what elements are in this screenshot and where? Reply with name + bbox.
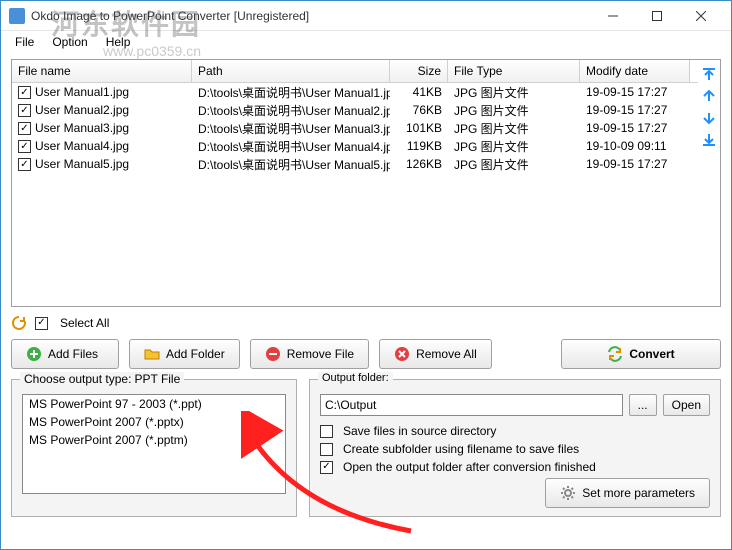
col-path[interactable]: Path	[192, 60, 390, 82]
output-type-listbox[interactable]: MS PowerPoint 97 - 2003 (*.ppt) MS Power…	[22, 394, 286, 494]
remove-all-icon	[394, 346, 410, 362]
close-button[interactable]	[679, 2, 723, 30]
plus-icon	[26, 346, 42, 362]
move-top-icon[interactable]	[701, 66, 717, 82]
open-after-checkbox[interactable]	[320, 461, 333, 474]
action-button-row: Add Files Add Folder Remove File Remove …	[11, 339, 721, 369]
col-filename[interactable]: File name	[12, 60, 192, 82]
minus-icon	[265, 346, 281, 362]
menu-option[interactable]: Option	[44, 33, 95, 51]
table-header: File name Path Size File Type Modify dat…	[12, 60, 698, 83]
output-path-input[interactable]	[320, 394, 623, 416]
move-bottom-icon[interactable]	[701, 132, 717, 148]
title-bar: Okdo Image to PowerPoint Converter [Unre…	[1, 1, 731, 31]
add-folder-button[interactable]: Add Folder	[129, 339, 240, 369]
subfolder-label: Create subfolder using filename to save …	[343, 442, 579, 456]
table-row[interactable]: User Manual4.jpgD:\tools\桌面说明书\User Manu…	[12, 137, 698, 155]
minimize-button[interactable]	[591, 2, 635, 30]
move-up-icon[interactable]	[701, 88, 717, 104]
save-source-label: Save files in source directory	[343, 424, 496, 438]
col-size[interactable]: Size	[390, 60, 448, 82]
output-type-panel: Choose output type: PPT File MS PowerPoi…	[11, 379, 297, 517]
col-filetype[interactable]: File Type	[448, 60, 580, 82]
convert-icon	[607, 346, 623, 362]
menu-file[interactable]: File	[7, 33, 42, 51]
app-icon	[9, 8, 25, 24]
folder-icon	[144, 346, 160, 362]
select-all-checkbox[interactable]	[35, 317, 48, 330]
refresh-icon[interactable]	[11, 315, 27, 331]
lower-panels: Choose output type: PPT File MS PowerPoi…	[11, 379, 721, 517]
remove-file-button[interactable]: Remove File	[250, 339, 369, 369]
remove-all-button[interactable]: Remove All	[379, 339, 492, 369]
row-checkbox[interactable]	[18, 158, 31, 171]
reorder-arrows	[698, 60, 720, 306]
window-title: Okdo Image to PowerPoint Converter [Unre…	[31, 9, 591, 23]
browse-button[interactable]: ...	[629, 394, 657, 416]
row-checkbox[interactable]	[18, 122, 31, 135]
table-row[interactable]: User Manual2.jpgD:\tools\桌面说明书\User Manu…	[12, 101, 698, 119]
gear-icon	[560, 485, 576, 501]
convert-button[interactable]: Convert	[561, 339, 721, 369]
list-item[interactable]: MS PowerPoint 97 - 2003 (*.ppt)	[23, 395, 285, 413]
list-item[interactable]: MS PowerPoint 2007 (*.pptx)	[23, 413, 285, 431]
open-after-label: Open the output folder after conversion …	[343, 460, 596, 474]
select-all-row: Select All	[11, 315, 721, 331]
move-down-icon[interactable]	[701, 110, 717, 126]
table-row[interactable]: User Manual3.jpgD:\tools\桌面说明书\User Manu…	[12, 119, 698, 137]
table-row[interactable]: User Manual5.jpgD:\tools\桌面说明书\User Manu…	[12, 155, 698, 173]
row-checkbox[interactable]	[18, 104, 31, 117]
file-table-container: File name Path Size File Type Modify dat…	[11, 59, 721, 307]
subfolder-checkbox[interactable]	[320, 443, 333, 456]
row-checkbox[interactable]	[18, 86, 31, 99]
menu-help[interactable]: Help	[98, 33, 139, 51]
output-folder-panel: Output folder: ... Open Save files in so…	[309, 379, 721, 517]
menu-bar: File Option Help	[1, 31, 731, 53]
col-modifydate[interactable]: Modify date	[580, 60, 690, 82]
table-row[interactable]: User Manual1.jpgD:\tools\桌面说明书\User Manu…	[12, 83, 698, 101]
list-item[interactable]: MS PowerPoint 2007 (*.pptm)	[23, 431, 285, 449]
output-folder-label: Output folder:	[318, 372, 393, 384]
add-files-button[interactable]: Add Files	[11, 339, 119, 369]
maximize-button[interactable]	[635, 2, 679, 30]
file-table[interactable]: File name Path Size File Type Modify dat…	[12, 60, 698, 306]
row-checkbox[interactable]	[18, 140, 31, 153]
select-all-label: Select All	[60, 316, 109, 330]
open-folder-button[interactable]: Open	[663, 394, 710, 416]
save-source-checkbox[interactable]	[320, 425, 333, 438]
output-type-label: Choose output type: PPT File	[20, 372, 184, 386]
set-more-params-button[interactable]: Set more parameters	[545, 478, 710, 508]
